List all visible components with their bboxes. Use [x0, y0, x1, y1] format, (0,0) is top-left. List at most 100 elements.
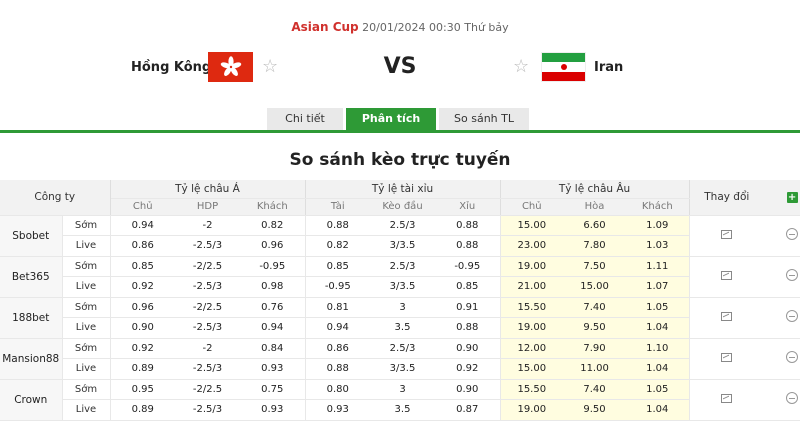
asian-away-cell[interactable]: 0.75: [240, 379, 306, 400]
eu-away-cell[interactable]: 1.10: [626, 338, 690, 359]
ou-under-cell[interactable]: -0.95: [435, 256, 501, 277]
ou-under-cell[interactable]: 0.90: [435, 379, 501, 400]
asian-hdp-cell[interactable]: -2.5/3: [175, 317, 240, 339]
ou-under-cell[interactable]: 0.88: [435, 317, 501, 339]
ou-line-cell[interactable]: 3.5: [370, 317, 435, 339]
eu-home-cell[interactable]: 21.00: [500, 276, 564, 298]
asian-home-cell[interactable]: 0.85: [110, 256, 175, 277]
ou-under-cell[interactable]: 0.87: [435, 399, 501, 421]
chart-icon[interactable]: [721, 393, 733, 403]
ou-under-cell[interactable]: 0.92: [435, 358, 501, 380]
remove-circle-icon[interactable]: [786, 228, 799, 240]
eu-draw-cell[interactable]: 7.40: [563, 297, 627, 318]
eu-home-cell[interactable]: 15.50: [500, 379, 564, 400]
ou-over-cell[interactable]: 0.85: [305, 256, 370, 277]
chart-icon[interactable]: [721, 352, 733, 362]
eu-home-cell[interactable]: 19.00: [500, 317, 564, 339]
ou-line-cell[interactable]: 3/3.5: [370, 358, 435, 380]
ou-under-cell[interactable]: 0.88: [435, 235, 501, 257]
eu-away-cell[interactable]: 1.09: [626, 215, 690, 236]
asian-home-cell[interactable]: 0.96: [110, 297, 175, 318]
company-name[interactable]: Crown: [0, 379, 63, 421]
asian-away-cell[interactable]: 0.84: [240, 338, 306, 359]
asian-away-cell[interactable]: 0.98: [240, 276, 306, 298]
ou-over-cell[interactable]: 0.88: [305, 215, 370, 236]
asian-home-cell[interactable]: 0.89: [110, 399, 175, 421]
ou-line-cell[interactable]: 3/3.5: [370, 235, 435, 257]
eu-away-cell[interactable]: 1.04: [626, 399, 690, 421]
eu-home-cell[interactable]: 19.00: [500, 256, 564, 277]
remove-circle-icon[interactable]: [786, 392, 799, 404]
company-name[interactable]: Sbobet: [0, 215, 63, 257]
eu-home-cell[interactable]: 19.00: [500, 399, 564, 421]
ou-under-cell[interactable]: 0.91: [435, 297, 501, 318]
asian-hdp-cell[interactable]: -2/2.5: [175, 256, 240, 277]
remove-circle-icon[interactable]: [786, 351, 799, 363]
ou-under-cell[interactable]: 0.85: [435, 276, 501, 298]
asian-hdp-cell[interactable]: -2.5/3: [175, 276, 240, 298]
eu-draw-cell[interactable]: 7.40: [563, 379, 627, 400]
asian-home-cell[interactable]: 0.90: [110, 317, 175, 339]
asian-home-cell[interactable]: 0.94: [110, 215, 175, 236]
eu-away-cell[interactable]: 1.05: [626, 379, 690, 400]
favorite-away-star-icon[interactable]: ☆: [513, 57, 529, 77]
asian-away-cell[interactable]: 0.93: [240, 399, 306, 421]
asian-hdp-cell[interactable]: -2.5/3: [175, 399, 240, 421]
asian-away-cell[interactable]: -0.95: [240, 256, 306, 277]
asian-home-cell[interactable]: 0.95: [110, 379, 175, 400]
remove-circle-icon[interactable]: [786, 310, 799, 322]
ou-over-cell[interactable]: 0.94: [305, 317, 370, 339]
eu-away-cell[interactable]: 1.07: [626, 276, 690, 298]
eu-away-cell[interactable]: 1.05: [626, 297, 690, 318]
chart-icon[interactable]: [721, 229, 733, 239]
eu-draw-cell[interactable]: 7.80: [563, 235, 627, 257]
ou-line-cell[interactable]: 2.5/3: [370, 338, 435, 359]
ou-line-cell[interactable]: 3/3.5: [370, 276, 435, 298]
ou-over-cell[interactable]: 0.93: [305, 399, 370, 421]
asian-away-cell[interactable]: 0.96: [240, 235, 306, 257]
ou-under-cell[interactable]: 0.88: [435, 215, 501, 236]
ou-line-cell[interactable]: 2.5/3: [370, 215, 435, 236]
asian-hdp-cell[interactable]: -2.5/3: [175, 358, 240, 380]
asian-hdp-cell[interactable]: -2/2.5: [175, 297, 240, 318]
ou-line-cell[interactable]: 2.5/3: [370, 256, 435, 277]
ou-line-cell[interactable]: 3: [370, 379, 435, 400]
ou-under-cell[interactable]: 0.90: [435, 338, 501, 359]
tab-compare-odds[interactable]: So sánh TL: [439, 108, 529, 130]
eu-draw-cell[interactable]: 7.50: [563, 256, 627, 277]
ou-over-cell[interactable]: 0.86: [305, 338, 370, 359]
ou-over-cell[interactable]: -0.95: [305, 276, 370, 298]
asian-away-cell[interactable]: 0.82: [240, 215, 306, 236]
asian-hdp-cell[interactable]: -2.5/3: [175, 235, 240, 257]
remove-circle-icon[interactable]: [786, 269, 799, 281]
league-name[interactable]: Asian Cup: [291, 20, 358, 34]
company-name[interactable]: 188bet: [0, 297, 63, 339]
ou-over-cell[interactable]: 0.80: [305, 379, 370, 400]
eu-draw-cell[interactable]: 7.90: [563, 338, 627, 359]
ou-line-cell[interactable]: 3.5: [370, 399, 435, 421]
asian-home-cell[interactable]: 0.92: [110, 338, 175, 359]
company-name[interactable]: Mansion88: [0, 338, 63, 380]
eu-draw-cell[interactable]: 11.00: [563, 358, 627, 380]
asian-away-cell[interactable]: 0.94: [240, 317, 306, 339]
chart-icon[interactable]: [721, 270, 733, 280]
eu-draw-cell[interactable]: 9.50: [563, 399, 627, 421]
eu-draw-cell[interactable]: 6.60: [563, 215, 627, 236]
company-name[interactable]: Bet365: [0, 256, 63, 298]
eu-away-cell[interactable]: 1.11: [626, 256, 690, 277]
asian-hdp-cell[interactable]: -2/2.5: [175, 379, 240, 400]
asian-home-cell[interactable]: 0.86: [110, 235, 175, 257]
eu-home-cell[interactable]: 15.50: [500, 297, 564, 318]
eu-draw-cell[interactable]: 15.00: [563, 276, 627, 298]
chart-icon[interactable]: [721, 311, 733, 321]
eu-home-cell[interactable]: 23.00: [500, 235, 564, 257]
ou-over-cell[interactable]: 0.81: [305, 297, 370, 318]
eu-home-cell[interactable]: 15.00: [500, 358, 564, 380]
eu-home-cell[interactable]: 15.00: [500, 215, 564, 236]
asian-hdp-cell[interactable]: -2: [175, 215, 240, 236]
asian-home-cell[interactable]: 0.89: [110, 358, 175, 380]
asian-hdp-cell[interactable]: -2: [175, 338, 240, 359]
eu-home-cell[interactable]: 12.00: [500, 338, 564, 359]
asian-away-cell[interactable]: 0.93: [240, 358, 306, 380]
asian-home-cell[interactable]: 0.92: [110, 276, 175, 298]
